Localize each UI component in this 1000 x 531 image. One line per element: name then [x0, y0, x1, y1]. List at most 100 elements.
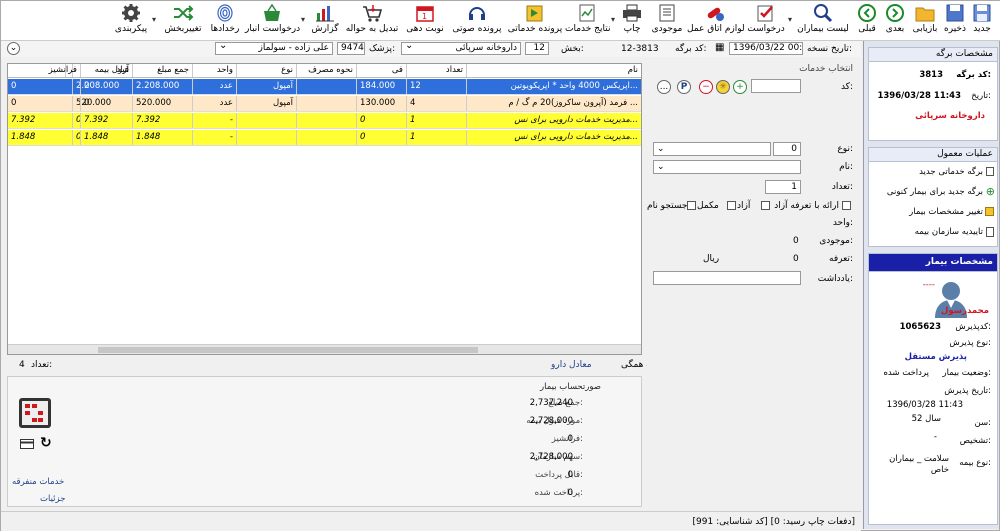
or-supplies-button[interactable]: لوازم اتاق عمل [687, 3, 745, 39]
tariff-label: تعرفه: [829, 254, 853, 264]
service-file-button[interactable]: پرونده خدماتی [507, 3, 563, 39]
table-row[interactable]: فرمد (آپرون ساکروز)20 م گ / م ... 4 130.00… [8, 96, 641, 112]
expand-chevron-icon[interactable]: ⌄ [7, 42, 20, 55]
op-insurance-approval[interactable]: تاییدیه سازمان بیمه [915, 227, 983, 237]
audio-file-button[interactable]: پرونده صوتی [449, 3, 505, 39]
col-free-label[interactable]: آزاد [80, 64, 132, 77]
status-text: [کد شناسایی: 991] [دفعات چاپ رسید: 0] [692, 517, 856, 527]
chevron-down-icon[interactable]: ▾ [611, 15, 615, 24]
cell-price: 0 [356, 130, 406, 145]
col-franchise[interactable]: فرانشیز [8, 64, 80, 77]
convert-to-remittance-button[interactable]: تبدیل به حواله [343, 3, 401, 39]
note-field[interactable] [653, 271, 801, 285]
ward-select[interactable]: داروخانه سرپائی [401, 42, 521, 55]
col-price[interactable]: فی [356, 64, 406, 77]
table-row[interactable]: مدیریت خدمات دارویی برای نس... 1 0-1.848 0 1… [8, 130, 641, 146]
abacus-icon[interactable] [18, 397, 52, 429]
scroll-thumb[interactable] [98, 347, 478, 353]
card-icon[interactable] [20, 439, 34, 449]
calendar-icon[interactable]: ▦ [715, 42, 724, 54]
col-name[interactable]: نام [466, 64, 641, 77]
doctor-code-field[interactable]: 9474 [337, 42, 365, 55]
more-button[interactable]: ... [657, 80, 671, 94]
events-button[interactable]: رخدادها [207, 3, 243, 39]
star-icon[interactable]: ✳ [716, 80, 730, 94]
doctor-select[interactable]: علی زاده - سولماز [215, 42, 333, 55]
supplementary-checkbox[interactable] [727, 201, 736, 210]
admission-date: 1396/03/28 11:43 [886, 400, 963, 410]
request-button[interactable]: درخواست [745, 3, 787, 39]
svg-text:1: 1 [422, 12, 427, 21]
equivalent-drug-link[interactable]: معادل دارو [551, 359, 592, 371]
restore-button[interactable]: بازیابی [909, 3, 941, 39]
col-usage[interactable]: نحوه مصرف [296, 64, 356, 77]
total-value: 2,737,240 [529, 398, 573, 408]
note-label: یادداشت: [817, 274, 853, 284]
new-button[interactable]: جدید [967, 3, 997, 39]
code-field[interactable] [751, 79, 801, 93]
qty-field[interactable]: 1 [765, 180, 801, 194]
change-ward-button[interactable]: تغییربخش [161, 3, 205, 39]
report-button[interactable]: گزارش [309, 3, 341, 39]
version-date-field[interactable]: 1396/03/22 00:00 [729, 42, 803, 55]
name-search-checkbox[interactable] [687, 201, 696, 210]
horizontal-scrollbar[interactable] [8, 344, 641, 354]
remove-icon[interactable]: − [699, 80, 713, 94]
p-button[interactable]: P [677, 80, 691, 94]
table-row[interactable]: مدیریت خدمات دارویی برای نس... 1 0-7.392 0 7… [8, 113, 641, 129]
common-ops-panel: عملیات معمول برگه خدماتی جدید برگه جدید … [868, 147, 998, 247]
cell-free: 1.848 [80, 130, 134, 145]
col-unit[interactable]: واحد [192, 64, 236, 77]
col-total[interactable]: جمع مبلغ [132, 64, 192, 77]
table-row[interactable]: اپریکس 4000 واحد * اپریکویوتین... 12 184.0… [8, 79, 641, 95]
next-button[interactable]: بعدی [881, 3, 909, 39]
previous-button[interactable]: قبلی [853, 3, 881, 39]
op-new-for-patient[interactable]: برگه جدید برای بیمار کنونی [887, 187, 983, 197]
separate-services-link[interactable]: خدمات منفرقه [12, 477, 64, 487]
save-button[interactable]: ذخیره [941, 3, 969, 39]
cell-unit: عدد [192, 96, 236, 111]
search-icon [812, 3, 834, 23]
chevron-down-icon[interactable]: ▾ [301, 15, 305, 24]
cell-unit: عدد [192, 79, 236, 94]
chevron-down-icon[interactable]: ▾ [152, 15, 156, 24]
patient-list-button[interactable]: لیست بیماران [797, 3, 849, 39]
free-checkbox[interactable] [761, 201, 770, 210]
settings-button[interactable]: پیکربندی [111, 3, 151, 39]
refresh-icon[interactable]: ↻ [40, 435, 52, 451]
inventory-button[interactable]: موجودی [649, 3, 685, 39]
add-icon[interactable]: + [733, 80, 747, 94]
type-code-field[interactable]: 0 [773, 142, 801, 156]
right-sidebar: مشخصات برگه کد برگه: 3813 تاریخ: 1396/03… [863, 41, 999, 529]
sheet-code: 3813 [919, 70, 943, 80]
diagnosis-value: - [933, 432, 937, 442]
admission-type-label: نوع پذیرش: [949, 338, 991, 348]
paid-value: 0 [567, 488, 573, 498]
col-count[interactable]: تعداد [406, 64, 466, 77]
cell-free: 0 [80, 79, 134, 94]
details-link[interactable]: جزئیات [40, 494, 65, 504]
free-tariff-checkbox[interactable] [842, 201, 851, 210]
payable-label: قابل پرداخت: [535, 470, 583, 480]
app-window: جدید ذخیره بازیابی بعدی قبلی لیست بیمارا… [0, 0, 1000, 531]
print-button[interactable]: چاپ [619, 3, 645, 39]
warehouse-request-button[interactable]: درخواست انبار [245, 3, 300, 39]
op-edit-patient[interactable]: تغییر مشخصات بیمار [909, 207, 983, 217]
col-type[interactable]: نوع [236, 64, 296, 77]
chevron-down-icon[interactable]: ▾ [788, 15, 792, 24]
ward-code-field[interactable]: 12 [525, 42, 549, 55]
calendar-icon: 1 [414, 3, 436, 23]
inventory-icon [656, 3, 678, 23]
cell-franchise: 1.848 [11, 132, 36, 142]
appointment-button[interactable]: 1 نوبت دهی [403, 3, 447, 39]
type-select[interactable]: ⌄ [653, 142, 771, 156]
name-select[interactable]: ⌄ [653, 160, 801, 174]
services-title: انتخاب خدمات [799, 64, 853, 74]
ward-label: بخش: [561, 44, 584, 54]
cart-icon [361, 3, 383, 23]
cell-usage [296, 79, 356, 94]
stock-label: موجودی: [819, 236, 853, 246]
op-new-sheet[interactable]: برگه خدماتی جدید [919, 167, 983, 177]
folder-icon [914, 3, 936, 23]
service-results-button[interactable]: نتایج خدمات [565, 3, 610, 39]
